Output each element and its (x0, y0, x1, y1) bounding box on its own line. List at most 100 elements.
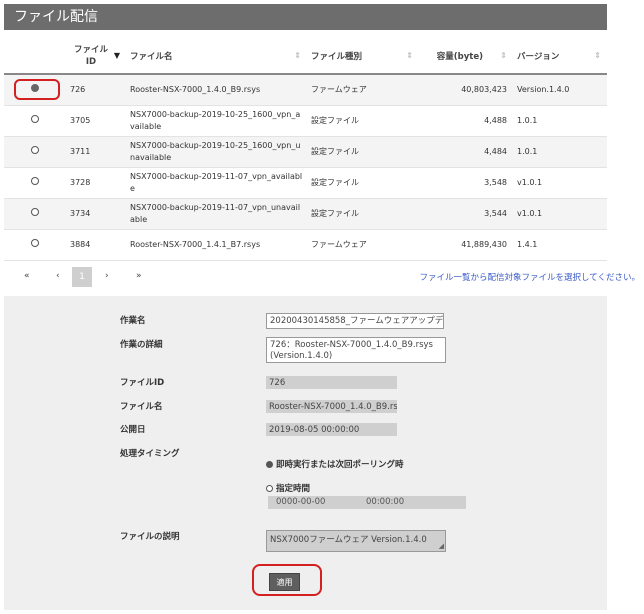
radio-button[interactable] (31, 207, 39, 216)
sort-icon: ⇕ (500, 51, 507, 60)
timing-option-label: 即時実行または次回ポーリング時 (276, 460, 404, 470)
col-header-label: ファイル種別 (311, 51, 363, 62)
row-select[interactable] (4, 198, 66, 230)
radio-button[interactable] (31, 114, 39, 123)
cell-file-id: 3884 (66, 229, 126, 261)
cell-file-type: 設定ファイル (307, 105, 419, 137)
cell-file-name: NSX7000-backup-2019-11-07_vpn_unavailabl… (126, 198, 307, 230)
sort-desc-icon: ▼ (113, 51, 120, 60)
cell-file-type: ファームウェア (307, 229, 419, 261)
cell-file-type: 設定ファイル (307, 198, 419, 230)
row-select[interactable] (4, 136, 66, 168)
cell-version: Version.1.4.0 (513, 74, 607, 106)
job-name-label: 作業名 (120, 316, 146, 326)
cell-version: v1.0.1 (513, 198, 607, 230)
table-row[interactable]: 3884 Rooster-NSX-7000_1.4.1_B7.rsys ファーム… (4, 229, 607, 261)
cell-file-type: 設定ファイル (307, 167, 419, 199)
schedule-inputs: 0000-00-00 00:00:00 (268, 496, 466, 509)
col-header-label: バージョン (517, 51, 560, 62)
pager-current-page[interactable]: 1 (72, 267, 92, 287)
cell-version: 1.4.1 (513, 229, 607, 261)
cell-size: 4,484 (419, 136, 513, 168)
file-id-label: ファイルID (120, 378, 165, 388)
cell-file-name: NSX7000-backup-2019-11-07_vpn_available (126, 167, 307, 199)
sort-icon: ⇕ (594, 51, 601, 60)
schedule-time-input[interactable]: 00:00:00 (366, 496, 404, 509)
file-name-label: ファイル名 (120, 402, 163, 412)
cell-size: 41,889,430 (419, 229, 513, 261)
col-header-label: 容量(byte) (436, 51, 483, 62)
selection-highlight-annotation (14, 79, 60, 100)
cell-file-id: 3728 (66, 167, 126, 199)
pager-last-button[interactable]: » (136, 271, 142, 281)
col-header-version[interactable]: バージョン ⇕ (513, 38, 607, 75)
job-detail-line: 726：Rooster-NSX-7000_1.4.0_B9.rsys (270, 340, 433, 350)
sort-icon: ⇕ (406, 51, 413, 60)
col-header-file-name[interactable]: ファイル名 ⇕ (126, 38, 307, 75)
cell-file-id: 726 (66, 74, 126, 106)
file-id-field: 726 (266, 376, 397, 389)
file-table: ファイル ID ▼ ファイル名 ⇕ ファイル種別 ⇕ 容量(byte) ⇕ バー… (4, 38, 607, 261)
job-name-input[interactable]: 20200430145858_ファームウェアアップデート (266, 313, 444, 329)
apply-button[interactable]: 適用 (269, 573, 300, 591)
cell-size: 3,544 (419, 198, 513, 230)
col-header-file-id[interactable]: ファイル ID ▼ (66, 38, 126, 75)
page-title: ファイル配信 (14, 9, 98, 25)
job-detail-textarea[interactable]: 726：Rooster-NSX-7000_1.4.0_B9.rsys (Vers… (266, 337, 446, 363)
cell-size: 3,548 (419, 167, 513, 199)
pager-prev-button[interactable]: ‹ (56, 271, 60, 281)
pager-first-button[interactable]: « (24, 271, 30, 281)
col-header-select (4, 38, 66, 75)
pager-next-button[interactable]: › (105, 271, 109, 281)
cell-file-name: Rooster-NSX-7000_1.4.1_B7.rsys (126, 229, 307, 261)
publish-date-label: 公開日 (120, 425, 146, 435)
file-description-label: ファイルの説明 (120, 532, 180, 542)
file-name-field: Rooster-NSX-7000_1.4.0_B9.rsys (266, 400, 397, 413)
radio-button[interactable] (31, 145, 39, 154)
cell-file-name: NSX7000-backup-2019-10-25_1600_vpn_unava… (126, 136, 307, 168)
cell-file-id: 3711 (66, 136, 126, 168)
file-description-textarea: NSX7000ファームウェア Version.1.4.0 ◢ (266, 530, 446, 552)
cell-version: 1.0.1 (513, 136, 607, 168)
timing-option-immediate[interactable]: 即時実行または次回ポーリング時 (266, 458, 404, 470)
col-header-label: ファイル名 (130, 51, 173, 62)
radio-button[interactable] (31, 176, 39, 185)
col-header-file-type[interactable]: ファイル種別 ⇕ (307, 38, 419, 75)
pagination: « ‹ 1 › » ファイル一覧から配信対象ファイルを選択してください。 (4, 266, 640, 288)
cell-file-name: Rooster-NSX-7000_1.4.0_B9.rsys (126, 74, 307, 106)
radio-button[interactable] (31, 238, 39, 247)
file-table-container: ファイル ID ▼ ファイル名 ⇕ ファイル種別 ⇕ 容量(byte) ⇕ バー… (4, 38, 607, 261)
table-row[interactable]: 3728 NSX7000-backup-2019-11-07_vpn_avail… (4, 167, 607, 199)
resize-grip-icon[interactable]: ◢ (439, 542, 444, 550)
job-detail-label: 作業の詳細 (120, 340, 163, 350)
timing-label: 処理タイミング (120, 449, 180, 459)
table-row[interactable]: 3734 NSX7000-backup-2019-11-07_vpn_unava… (4, 198, 607, 230)
row-select[interactable] (4, 167, 66, 199)
timing-option-scheduled[interactable]: 指定時間 (266, 482, 310, 494)
radio-button[interactable] (266, 485, 273, 492)
col-header-label: ファイル ID (74, 44, 109, 67)
row-select[interactable] (4, 229, 66, 261)
publish-date-field: 2019-08-05 00:00:00 (266, 423, 397, 436)
col-header-size[interactable]: 容量(byte) ⇕ (419, 38, 513, 75)
job-detail-line: (Version.1.4.0) (270, 351, 333, 361)
cell-file-id: 3734 (66, 198, 126, 230)
radio-button-selected[interactable] (266, 461, 273, 468)
timing-option-label: 指定時間 (276, 484, 311, 494)
cell-file-id: 3705 (66, 105, 126, 137)
select-file-hint: ファイル一覧から配信対象ファイルを選択してください。 (419, 273, 641, 283)
cell-version: 1.0.1 (513, 105, 607, 137)
cell-version: v1.0.1 (513, 167, 607, 199)
cell-size: 4,488 (419, 105, 513, 137)
table-row[interactable]: 3705 NSX7000-backup-2019-10-25_1600_vpn_… (4, 105, 607, 137)
sort-icon: ⇕ (294, 51, 301, 60)
table-row[interactable]: 726 Rooster-NSX-7000_1.4.0_B9.rsys ファームウ… (4, 74, 607, 106)
schedule-date-input[interactable]: 0000-00-00 (276, 496, 325, 509)
cell-file-type: 設定ファイル (307, 136, 419, 168)
row-select[interactable] (4, 105, 66, 137)
cell-file-type: ファームウェア (307, 74, 419, 106)
file-description-text: NSX7000ファームウェア Version.1.4.0 (270, 535, 427, 545)
table-row[interactable]: 3711 NSX7000-backup-2019-10-25_1600_vpn_… (4, 136, 607, 168)
cell-file-name: NSX7000-backup-2019-10-25_1600_vpn_avail… (126, 105, 307, 137)
page-header: ファイル配信 (4, 4, 607, 30)
